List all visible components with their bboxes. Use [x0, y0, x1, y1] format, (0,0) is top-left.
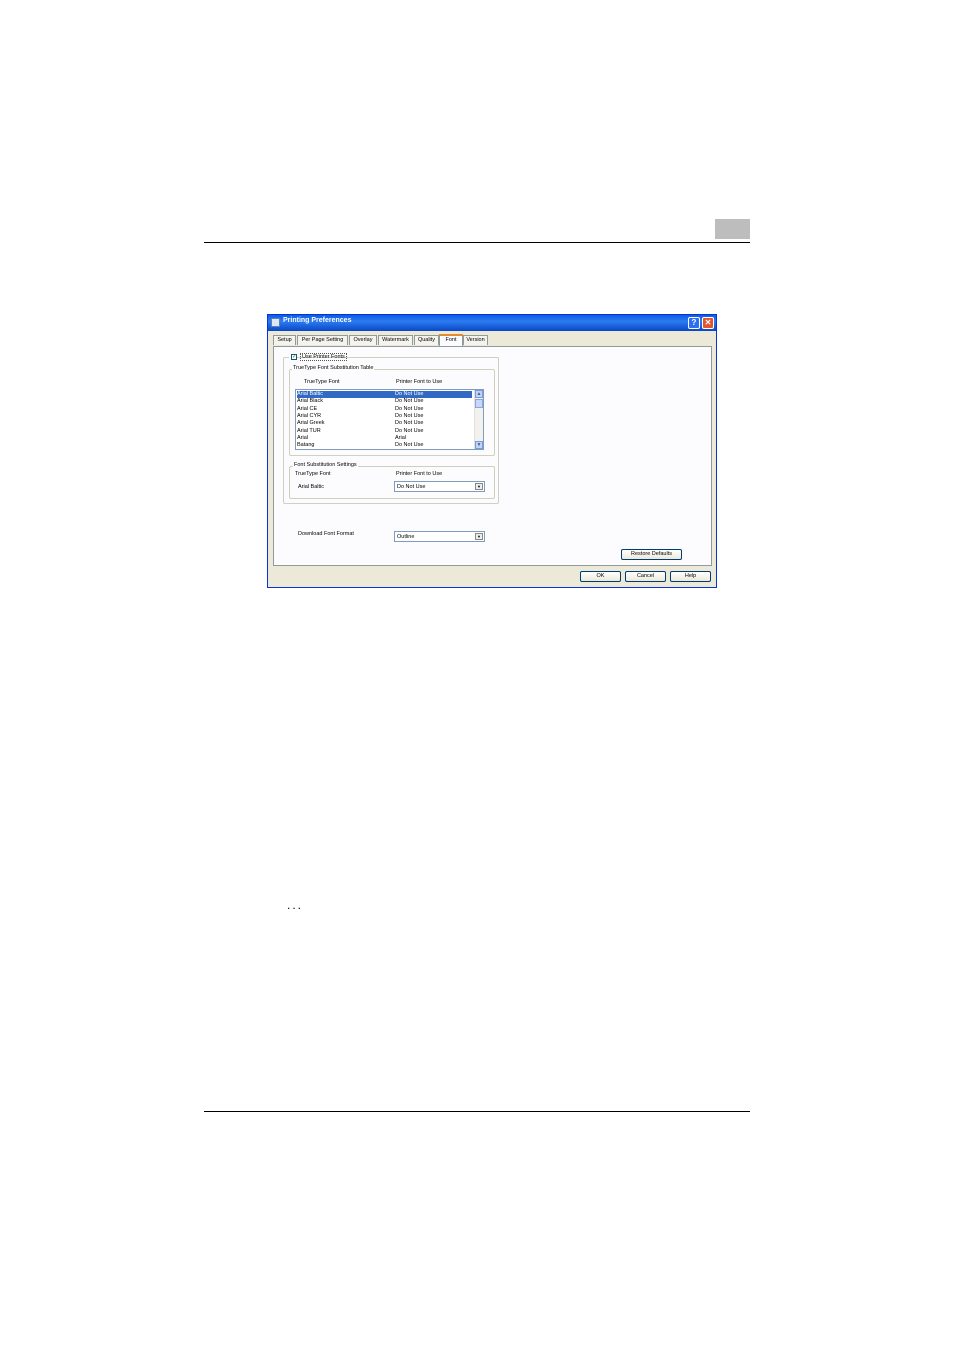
tab-font[interactable]: Font — [439, 334, 463, 346]
table-header-truetype: TrueType Font — [304, 379, 340, 385]
settings-header-truetype: TrueType Font — [295, 471, 331, 477]
substitution-settings-title: Font Substitution Settings — [293, 462, 358, 468]
header-rule — [204, 242, 750, 243]
list-item[interactable]: Arial Arial — [297, 435, 472, 442]
scroll-down-icon[interactable]: ▼ — [475, 441, 483, 449]
list-item[interactable]: Arial Baltic Do Not Use — [297, 391, 472, 399]
download-font-format-label: Download Font Format — [298, 531, 354, 537]
font-substitution-list[interactable]: Arial Baltic Do Not Use Arial Black Do N… — [295, 389, 484, 450]
substitution-table-title: TrueType Font Substitution Table — [292, 365, 375, 371]
footer-rule — [204, 1111, 750, 1112]
download-font-format-select[interactable]: Outline ▼ — [394, 531, 485, 542]
settings-header-printer-font: Printer Font to Use — [396, 471, 443, 477]
use-printer-fonts-label[interactable]: Use Printer Fonts — [300, 353, 347, 361]
tab-quality[interactable]: Quality — [414, 335, 439, 345]
printing-preferences-dialog: Printing Preferences ? ✕ Setup Per Page … — [267, 314, 717, 588]
list-item[interactable]: Arial TUR Do Not Use — [297, 428, 472, 435]
use-printer-fonts-checkbox[interactable]: ✓ — [291, 354, 297, 360]
list-item[interactable]: Arial CE Do Not Use — [297, 406, 472, 413]
help-button[interactable]: Help — [670, 571, 711, 582]
ok-button[interactable]: OK — [580, 571, 621, 582]
tab-watermark[interactable]: Watermark — [378, 335, 413, 345]
tab-setup[interactable]: Setup — [273, 335, 296, 345]
chevron-down-icon[interactable]: ▼ — [475, 483, 483, 490]
list-scrollbar[interactable]: ▲ ▼ — [474, 390, 483, 449]
restore-defaults-button[interactable]: Restore Defaults — [621, 549, 682, 560]
printer-font-select[interactable]: Do Not Use ▼ — [394, 481, 485, 492]
list-item[interactable]: Batang Do Not Use — [297, 442, 472, 449]
chapter-number-box — [715, 219, 750, 239]
tab-per-page-setting[interactable]: Per Page Setting — [297, 335, 348, 345]
download-font-format-value: Outline — [397, 534, 415, 540]
list-item[interactable]: Arial Greek Do Not Use — [297, 420, 472, 427]
printer-icon — [271, 318, 280, 327]
dialog-title: Printing Preferences — [283, 317, 352, 324]
list-item[interactable]: Arial Black Do Not Use — [297, 398, 472, 405]
cancel-button[interactable]: Cancel — [625, 571, 666, 582]
table-header-printer-font: Printer Font to Use — [396, 379, 443, 385]
tab-overlay[interactable]: Overlay — [349, 335, 377, 345]
printer-font-select-value: Do Not Use — [397, 484, 426, 490]
font-tab-page: ✓ Use Printer Fonts TrueType Font Substi… — [273, 346, 712, 566]
chevron-down-icon[interactable]: ▼ — [475, 533, 483, 540]
continuation-ellipsis: ... — [287, 898, 304, 912]
close-button[interactable]: ✕ — [702, 317, 714, 329]
title-bar: Printing Preferences ? ✕ — [268, 315, 716, 331]
tab-version[interactable]: Version — [463, 335, 488, 345]
current-truetype-font: Arial Baltic — [298, 484, 324, 490]
use-printer-fonts-row: ✓ Use Printer Fonts — [289, 353, 347, 361]
list-item[interactable]: Arial CYR Do Not Use — [297, 413, 472, 420]
scroll-up-icon[interactable]: ▲ — [475, 390, 483, 398]
help-title-button[interactable]: ? — [688, 317, 700, 329]
scroll-thumb[interactable] — [475, 399, 483, 408]
